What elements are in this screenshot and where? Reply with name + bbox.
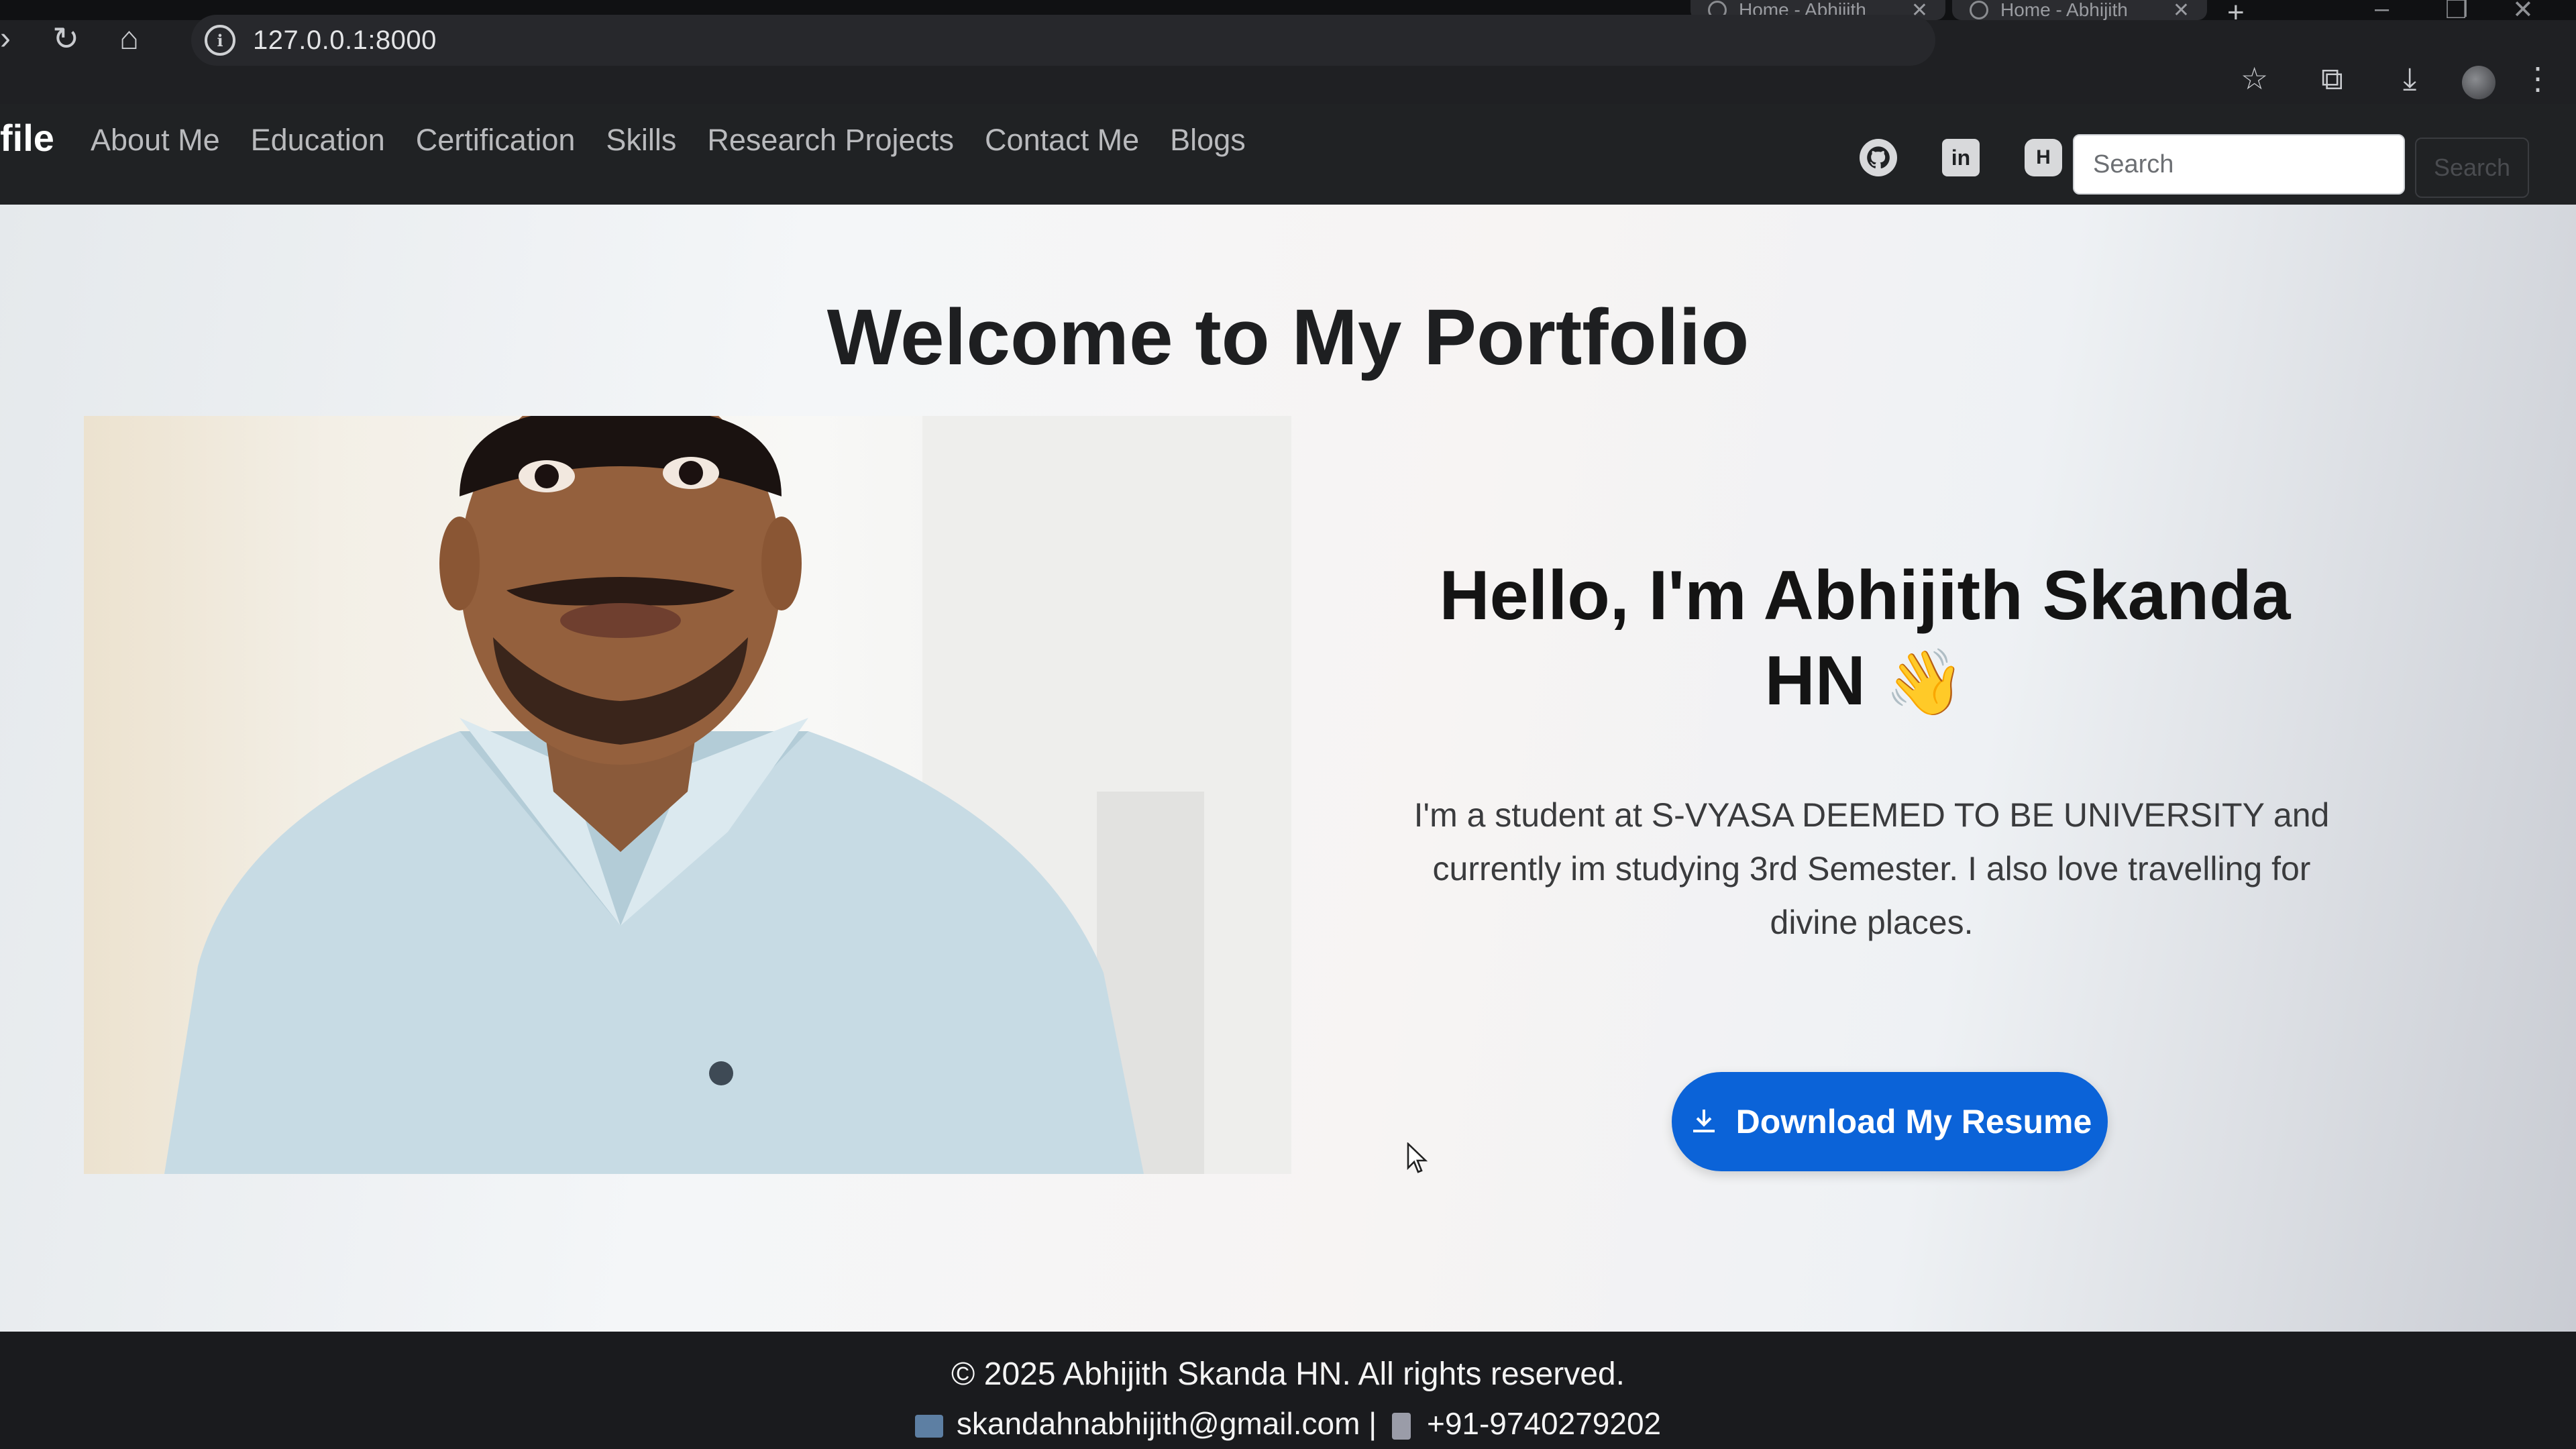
footer-email[interactable]: skandahnabhijith@gmail.com: [957, 1406, 1360, 1441]
browser-tab-2[interactable]: Home - Abhijith ✕: [1952, 0, 2207, 22]
reload-icon[interactable]: ↻: [52, 20, 79, 58]
download-resume-label: Download My Resume: [1735, 1103, 2092, 1140]
footer-phone[interactable]: +91-9740279202: [1427, 1406, 1661, 1441]
contact-line: skandahnabhijith@gmail.com | +91-9740279…: [0, 1405, 2576, 1442]
nav-link-blogs[interactable]: Blogs: [1170, 123, 1246, 158]
person-illustration: [164, 416, 1291, 1174]
address-bar[interactable]: i 127.0.0.1:8000: [191, 15, 1935, 66]
email-icon: [914, 1414, 943, 1438]
nav-link-contact-me[interactable]: Contact Me: [985, 123, 1139, 158]
site-navbar: file About Me Education Certification Sk…: [0, 104, 2576, 205]
hero-section: Welcome to My Portfolio Hello, I'm Abhij…: [0, 205, 2576, 1332]
copyright-text: © 2025 Abhijith Skanda HN. All rights re…: [951, 1356, 1625, 1392]
hello-heading: Hello, I'm Abhijith Skanda HN 👋: [1362, 553, 2368, 724]
star-icon[interactable]: ☆: [2241, 60, 2268, 97]
profile-photo: [84, 416, 1291, 1174]
browser-chrome: Home - Abhijith ✕ Home - Abhijith ✕ + – …: [0, 0, 2576, 104]
bio-text: I'm a student at S-VYASA DEEMED TO BE UN…: [1413, 796, 2330, 941]
welcome-heading: Welcome to My Portfolio: [826, 293, 1750, 382]
new-tab-button[interactable]: +: [2227, 0, 2245, 30]
extensions-icon[interactable]: ⧉: [2321, 60, 2343, 98]
globe-icon: [1970, 1, 1988, 19]
phone-icon: [1391, 1412, 1411, 1440]
back-icon[interactable]: ›: [0, 20, 11, 57]
linkedin-icon[interactable]: in: [1942, 139, 1980, 176]
download-icon[interactable]: ⤓: [2403, 60, 2416, 98]
site-footer: © 2025 Abhijith Skanda HN. All rights re…: [0, 1332, 2576, 1449]
hashnode-icon[interactable]: H: [2025, 139, 2062, 176]
more-icon[interactable]: ⋮: [2522, 60, 2553, 97]
nav-links: About Me Education Certification Skills …: [91, 123, 1246, 158]
nav-link-research-projects[interactable]: Research Projects: [707, 123, 954, 158]
restore-icon[interactable]: ❐: [2445, 0, 2468, 25]
download-icon: [1693, 1110, 1715, 1132]
home-icon[interactable]: ⌂: [119, 20, 139, 57]
navbar-brand[interactable]: file: [0, 116, 54, 160]
info-icon[interactable]: i: [205, 25, 235, 56]
download-resume-button[interactable]: Download My Resume: [1672, 1072, 2108, 1171]
hello-line-1: Hello, I'm Abhijith Skanda: [1439, 557, 2291, 635]
github-icon[interactable]: [1860, 139, 1897, 176]
hello-line-2: HN: [1764, 641, 1866, 720]
search-input[interactable]: [2073, 134, 2405, 195]
footer-separator: |: [1368, 1406, 1377, 1441]
mouse-cursor-icon: [1407, 1142, 1428, 1173]
close-icon[interactable]: ✕: [2173, 0, 2190, 22]
tab-title: Home - Abhijith: [2000, 0, 2128, 20]
search-button[interactable]: Search: [2415, 138, 2529, 198]
nav-link-about-me[interactable]: About Me: [91, 123, 220, 158]
profile-icon[interactable]: [2462, 66, 2496, 99]
window-close-icon[interactable]: ✕: [2512, 0, 2534, 25]
nav-link-certification[interactable]: Certification: [416, 123, 576, 158]
url-text[interactable]: 127.0.0.1:8000: [253, 25, 437, 56]
waving-hand-icon: 👋: [1884, 646, 1966, 718]
nav-link-education[interactable]: Education: [251, 123, 385, 158]
minimize-icon[interactable]: –: [2375, 0, 2389, 23]
nav-link-skills[interactable]: Skills: [606, 123, 676, 158]
